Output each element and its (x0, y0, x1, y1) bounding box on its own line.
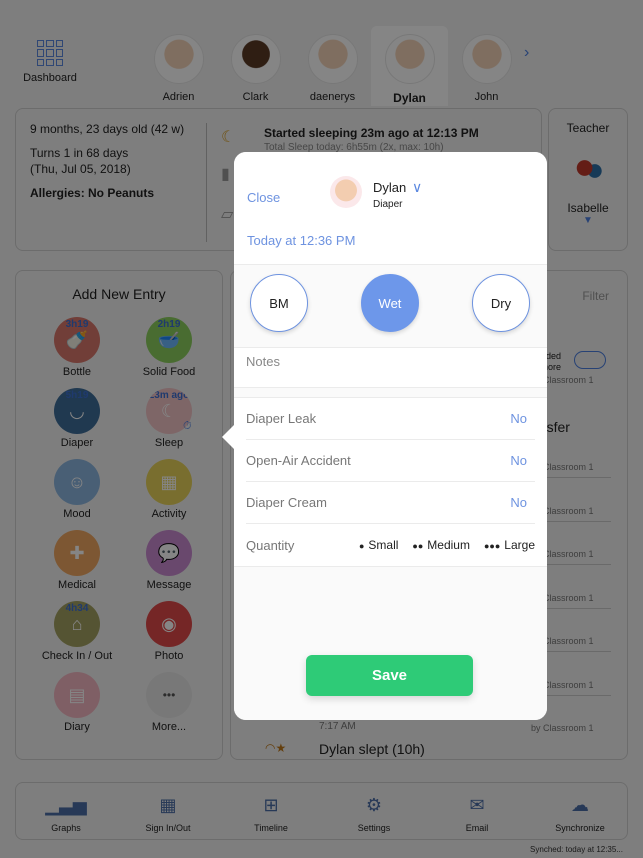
drops-icon: ●●● (483, 541, 501, 551)
drops-icon: ●● (412, 541, 424, 551)
section-gap (234, 388, 547, 398)
wet-option[interactable]: Wet (361, 274, 419, 332)
diaper-leak-row[interactable]: Diaper Leak No (246, 398, 535, 440)
child-avatar (330, 176, 362, 208)
modal-child-name[interactable]: Dylan (373, 180, 406, 195)
chevron-down-icon[interactable]: ∨ (412, 179, 422, 196)
entry-datetime[interactable]: Today at 12:36 PM (247, 233, 355, 248)
open-air-accident-value[interactable]: No (510, 453, 527, 468)
close-button[interactable]: Close (247, 190, 280, 205)
bm-option[interactable]: BM (250, 274, 308, 332)
diaper-leak-value[interactable]: No (510, 411, 527, 426)
dry-option[interactable]: Dry (472, 274, 530, 332)
notes-placeholder: Notes (246, 354, 280, 369)
drop-icon: ● (358, 541, 365, 551)
row-label: Diaper Cream (246, 495, 327, 510)
save-button[interactable]: Save (306, 655, 473, 696)
diaper-type-selector: BM Wet Dry (234, 264, 547, 348)
quantity-medium[interactable]: ●● Medium (412, 538, 470, 552)
diaper-entry-modal: Close Dylan ∨ Diaper Today at 12:36 PM B… (234, 152, 547, 720)
quantity-small[interactable]: ● Small (359, 538, 398, 552)
diaper-cream-row[interactable]: Diaper Cream No (246, 482, 535, 524)
popover-arrow (222, 425, 234, 449)
quantity-large[interactable]: ●●● Large (484, 538, 535, 552)
row-label: Open-Air Accident (246, 453, 351, 468)
diaper-cream-value[interactable]: No (510, 495, 527, 510)
row-label: Quantity (246, 537, 295, 553)
quantity-row: Quantity ● Small ●● Medium ●●● Large (246, 524, 535, 566)
row-label: Diaper Leak (246, 411, 317, 426)
notes-input[interactable]: Notes (234, 348, 547, 388)
open-air-accident-row[interactable]: Open-Air Accident No (246, 440, 535, 482)
entry-type: Diaper (373, 199, 403, 210)
